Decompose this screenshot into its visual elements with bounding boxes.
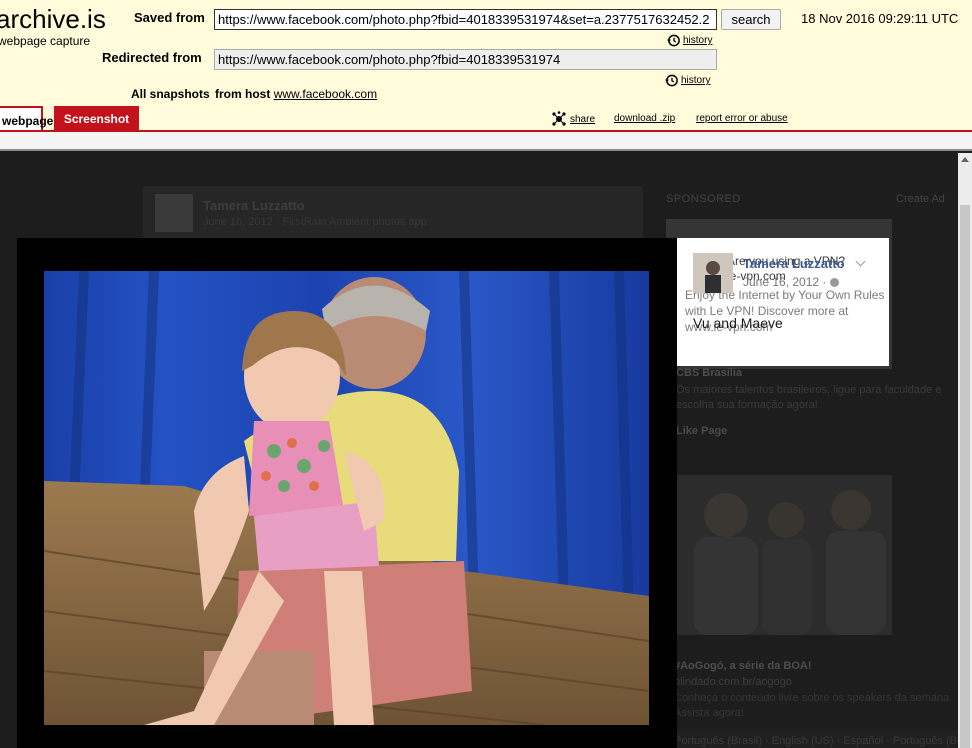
page-scrollbar[interactable] — [958, 153, 972, 748]
ad-photo-people — [666, 475, 892, 635]
archive-header: archive.is webpage capture Saved from se… — [0, 0, 972, 131]
saved-from-history-link[interactable]: history — [666, 33, 712, 48]
ad-title[interactable]: #AoGogó, a série da BOA! — [674, 660, 812, 672]
report-abuse-link[interactable]: report error or abuse — [696, 113, 788, 124]
sponsored-heading: SPONSORED — [666, 193, 741, 205]
avatar-image — [693, 253, 733, 293]
archive-logo[interactable]: archive.is — [0, 4, 106, 35]
background-post-author: Tamera Luzzatto — [203, 198, 305, 213]
scroll-up-arrow-icon[interactable] — [961, 157, 969, 162]
all-snapshots-label[interactable]: All snapshots — [131, 87, 210, 101]
header-separator — [0, 132, 972, 151]
ad-url[interactable]: blindado.com.br/aogogo — [674, 676, 792, 688]
history-icon — [666, 34, 680, 47]
author-avatar[interactable] — [693, 253, 733, 293]
saved-from-url-input[interactable] — [214, 9, 717, 30]
photo[interactable] — [44, 271, 649, 725]
from-host-text: from host www.facebook.com — [215, 87, 377, 101]
redirected-from-url-input[interactable] — [214, 49, 717, 70]
background-post-avatar — [155, 194, 193, 232]
redirected-from-label: Redirected from — [102, 50, 202, 65]
tab-screenshot[interactable]: Screenshot — [54, 106, 139, 131]
ad-image[interactable] — [666, 475, 892, 635]
scrollbar-thumb[interactable] — [960, 205, 970, 748]
history-icon — [664, 74, 678, 87]
background-post: Tamera Luzzatto June 16, 2012 · FirstRai… — [143, 186, 643, 246]
globe-icon — [830, 278, 839, 287]
from-host-label: from host — [215, 87, 271, 101]
photo-info-box: Are you using a VPN? le-vpn.com Enjoy th… — [677, 238, 889, 366]
author-name-link[interactable]: Tamera Luzzatto — [743, 256, 845, 271]
share-icon — [552, 111, 566, 126]
ad-title[interactable]: CBS Brasília — [676, 367, 742, 379]
photo-caption: Vu and Maeve — [693, 315, 783, 331]
share-label: share — [570, 113, 596, 125]
ad-body: Os maiores talentos brasileiros, ligue p… — [676, 384, 942, 411]
search-button[interactable]: search — [721, 9, 781, 30]
saved-from-label: Saved from — [134, 10, 205, 25]
footer-language-links[interactable]: Português (Brasil) · English (US) · Espa… — [664, 730, 958, 748]
photo-viewer — [17, 238, 677, 748]
chevron-down-icon[interactable] — [855, 256, 866, 267]
post-date[interactable]: June 16, 2012 · — [743, 275, 826, 289]
history-label: history — [681, 75, 711, 86]
download-zip-link[interactable]: download .zip — [614, 113, 675, 124]
archive-logo-subtitle: webpage capture — [0, 34, 91, 48]
host-link[interactable]: www.facebook.com — [274, 87, 377, 101]
redirected-from-history-link[interactable]: history — [664, 73, 710, 88]
share-link[interactable]: share — [551, 111, 595, 127]
tab-webpage[interactable]: webpage — [0, 106, 53, 131]
photo-image — [44, 271, 649, 725]
ad-body: Conheça o conteúdo livre sobre os speake… — [674, 692, 953, 719]
capture-timestamp: 18 Nov 2016 09:29:11 UTC — [801, 11, 959, 26]
history-label: history — [683, 35, 713, 46]
like-page-button[interactable]: Like Page — [676, 425, 727, 437]
create-ad-link[interactable]: Create Ad — [896, 193, 945, 205]
background-post-meta: June 16, 2012 · FirstRain Ambient photos… — [203, 216, 427, 228]
captured-page: Tamera Luzzatto June 16, 2012 · FirstRai… — [0, 153, 958, 748]
